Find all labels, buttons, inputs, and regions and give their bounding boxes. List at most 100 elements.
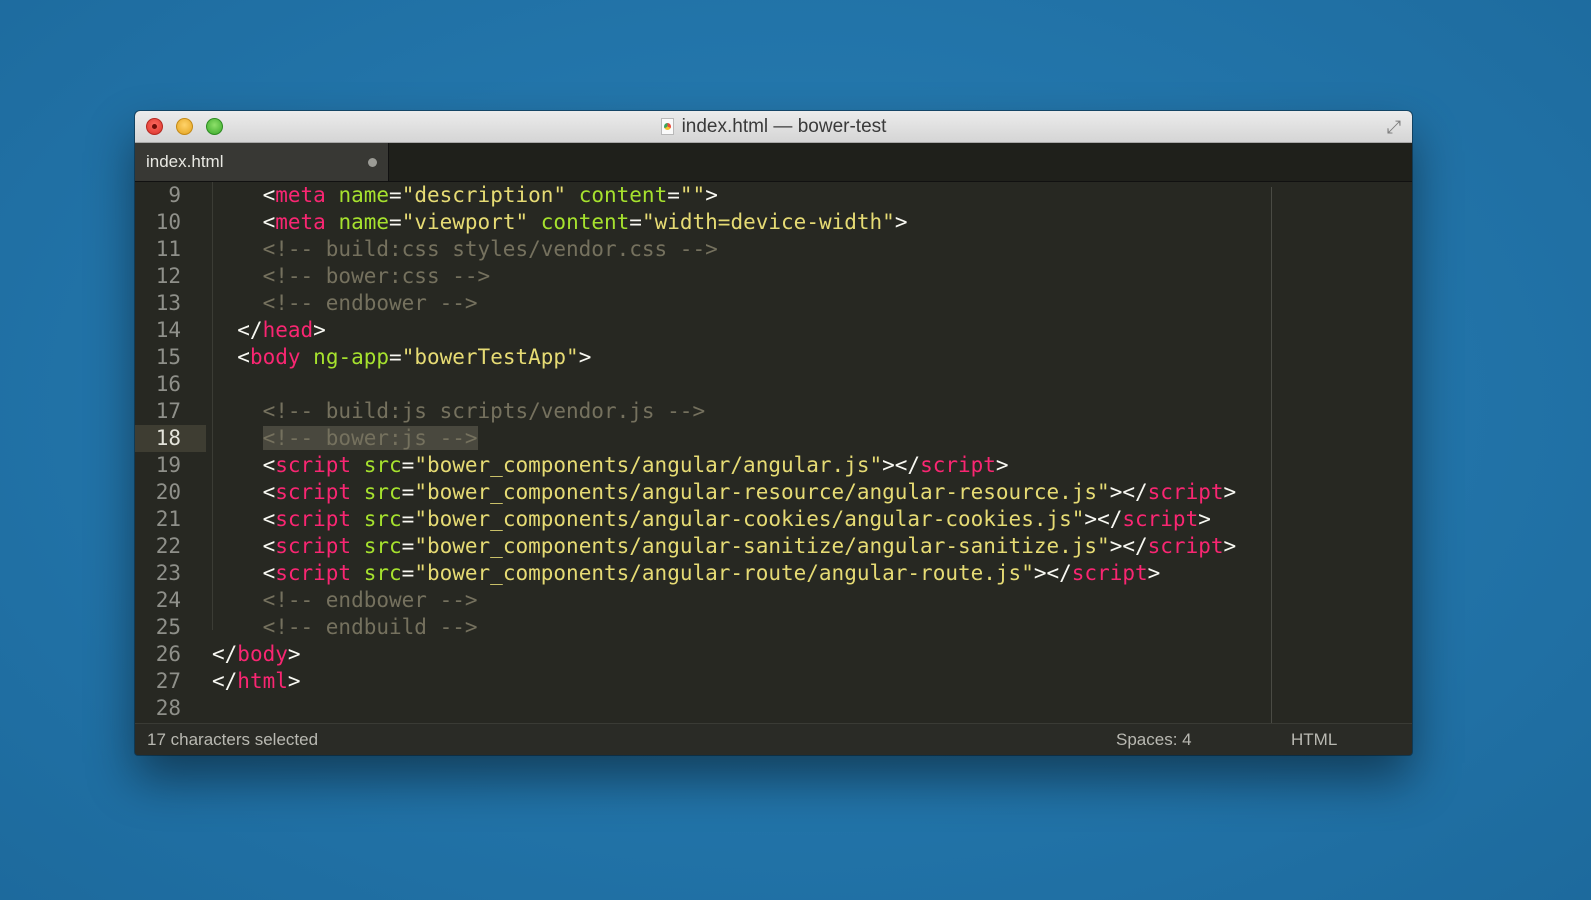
code-punctuation: =	[667, 183, 680, 207]
code-punctuation: </	[212, 642, 238, 666]
code-text[interactable]: <meta name="description" content="">	[212, 182, 718, 209]
code-punctuation: ></	[1084, 507, 1123, 531]
code-string: "bower_components/angular-sanitize/angul…	[414, 534, 1110, 558]
code-text[interactable]: <script src="bower_components/angular/an…	[212, 452, 1009, 479]
code-line[interactable]: 11 <!-- build:css styles/vendor.css -->	[135, 236, 1412, 263]
code-attribute: src	[363, 507, 402, 531]
line-number: 16	[155, 372, 181, 396]
line-number: 28	[155, 696, 181, 720]
code-punctuation	[528, 210, 541, 234]
code-punctuation: ></	[882, 453, 921, 477]
code-text[interactable]: <script src="bower_components/angular-re…	[212, 479, 1237, 506]
code-line[interactable]: 14 </head>	[135, 317, 1412, 344]
code-line[interactable]: 21 <script src="bower_components/angular…	[135, 506, 1412, 533]
code-text[interactable]: <!-- build:css styles/vendor.css -->	[212, 236, 718, 263]
code-punctuation	[351, 561, 364, 585]
code-line[interactable]: 10 <meta name="viewport" content="width=…	[135, 209, 1412, 236]
code-punctuation: >	[578, 345, 592, 369]
code-line[interactable]: 27 </html>	[135, 668, 1412, 695]
code-text[interactable]: <script src="bower_components/angular-sa…	[212, 533, 1237, 560]
code-text[interactable]: </html>	[212, 668, 301, 695]
code-line[interactable]: 24 <!-- endbower -->	[135, 587, 1412, 614]
code-line[interactable]: 15 <body ng-app="bowerTestApp">	[135, 344, 1412, 371]
line-number: 25	[155, 615, 181, 639]
code-line[interactable]: 16	[135, 371, 1412, 398]
tab-index-html[interactable]: index.html	[135, 143, 389, 181]
code-attribute: content	[540, 210, 630, 234]
code-comment: <!-- build:css styles/vendor.css -->	[262, 237, 718, 261]
code-text[interactable]: <!-- build:js scripts/vendor.js -->	[212, 398, 706, 425]
code-line[interactable]: 19 <script src="bower_components/angular…	[135, 452, 1412, 479]
code-punctuation: <	[212, 561, 276, 585]
code-attribute: content	[578, 183, 668, 207]
code-punctuation	[351, 480, 364, 504]
code-punctuation: >	[1223, 534, 1237, 558]
code-attribute: src	[363, 534, 402, 558]
code-attribute: src	[363, 480, 402, 504]
editor-window: index.html — bower-test ⤢ index.html 9 <…	[135, 111, 1412, 755]
syntax-selector[interactable]: HTML	[1291, 724, 1337, 755]
code-attribute: name	[338, 210, 390, 234]
code-tag: script	[275, 507, 352, 531]
code-punctuation: >	[705, 183, 718, 207]
line-number: 20	[155, 480, 181, 504]
code-lines[interactable]: 9 <meta name="description" content=""> 10…	[135, 182, 1412, 722]
window-title: index.html — bower-test	[681, 116, 887, 137]
code-text[interactable]: <body ng-app="bowerTestApp">	[212, 344, 591, 371]
code-line[interactable]: 26 </body>	[135, 641, 1412, 668]
code-punctuation: >	[287, 669, 301, 693]
code-text[interactable]: <script src="bower_components/angular-ro…	[212, 560, 1161, 587]
code-string: "description"	[401, 183, 567, 207]
code-punctuation	[351, 534, 364, 558]
code-line[interactable]: 22 <script src="bower_components/angular…	[135, 533, 1412, 560]
code-punctuation: =	[389, 183, 402, 207]
line-number: 17	[155, 399, 181, 423]
code-punctuation: ></	[1109, 534, 1148, 558]
code-tag: body	[237, 642, 288, 666]
line-number: 15	[155, 345, 181, 369]
code-punctuation: =	[629, 210, 642, 234]
fullscreen-icon[interactable]: ⤢	[1384, 117, 1404, 137]
code-line[interactable]: 28	[135, 695, 1412, 722]
line-number: 11	[155, 237, 181, 261]
code-line[interactable]: 20 <script src="bower_components/angular…	[135, 479, 1412, 506]
code-text[interactable]: <script src="bower_components/angular-co…	[212, 506, 1211, 533]
code-text[interactable]: </head>	[212, 317, 326, 344]
code-line[interactable]: 23 <script src="bower_components/angular…	[135, 560, 1412, 587]
code-line[interactable]: 12 <!-- bower:css -->	[135, 263, 1412, 290]
unsaved-changes-dot-icon[interactable]	[368, 158, 377, 167]
code-line[interactable]: 9 <meta name="description" content="">	[135, 182, 1412, 209]
line-number: 14	[155, 318, 181, 342]
code-text[interactable]: <!-- bower:js -->	[212, 425, 478, 452]
code-line[interactable]: 18 <!-- bower:js -->	[135, 425, 1412, 452]
code-punctuation: </	[212, 318, 263, 342]
status-bar: 17 characters selected Spaces: 4 HTML	[135, 723, 1412, 755]
code-editor[interactable]: 9 <meta name="description" content=""> 10…	[135, 182, 1412, 724]
window-title-area: index.html — bower-test	[135, 111, 1412, 142]
line-number: 27	[155, 669, 181, 693]
code-punctuation	[212, 399, 263, 423]
code-attribute: src	[363, 561, 402, 585]
indentation-setting[interactable]: Spaces: 4	[1116, 724, 1192, 755]
code-punctuation: >	[1223, 480, 1237, 504]
code-punctuation: =	[401, 480, 415, 504]
code-text[interactable]: <meta name="viewport" content="width=dev…	[212, 209, 908, 236]
code-text[interactable]: <!-- endbower -->	[212, 587, 478, 614]
code-punctuation: =	[401, 453, 415, 477]
code-string: ""	[679, 183, 706, 207]
code-tag: html	[237, 669, 288, 693]
code-text[interactable]: <!-- bower:css -->	[212, 263, 491, 290]
code-line[interactable]: 13 <!-- endbower -->	[135, 290, 1412, 317]
code-line[interactable]: 25 <!-- endbuild -->	[135, 614, 1412, 641]
code-text[interactable]: </body>	[212, 641, 301, 668]
code-tag: script	[1122, 507, 1199, 531]
code-line[interactable]: 17 <!-- build:js scripts/vendor.js -->	[135, 398, 1412, 425]
tab-bar: index.html	[135, 143, 1412, 182]
code-string: "bowerTestApp"	[401, 345, 579, 369]
code-text[interactable]: <!-- endbuild -->	[212, 614, 478, 641]
selection-status: 17 characters selected	[147, 730, 319, 749]
code-tag: head	[262, 318, 314, 342]
code-text[interactable]: <!-- endbower -->	[212, 290, 478, 317]
title-bar[interactable]: index.html — bower-test ⤢	[135, 111, 1412, 143]
code-tag: script	[920, 453, 996, 477]
